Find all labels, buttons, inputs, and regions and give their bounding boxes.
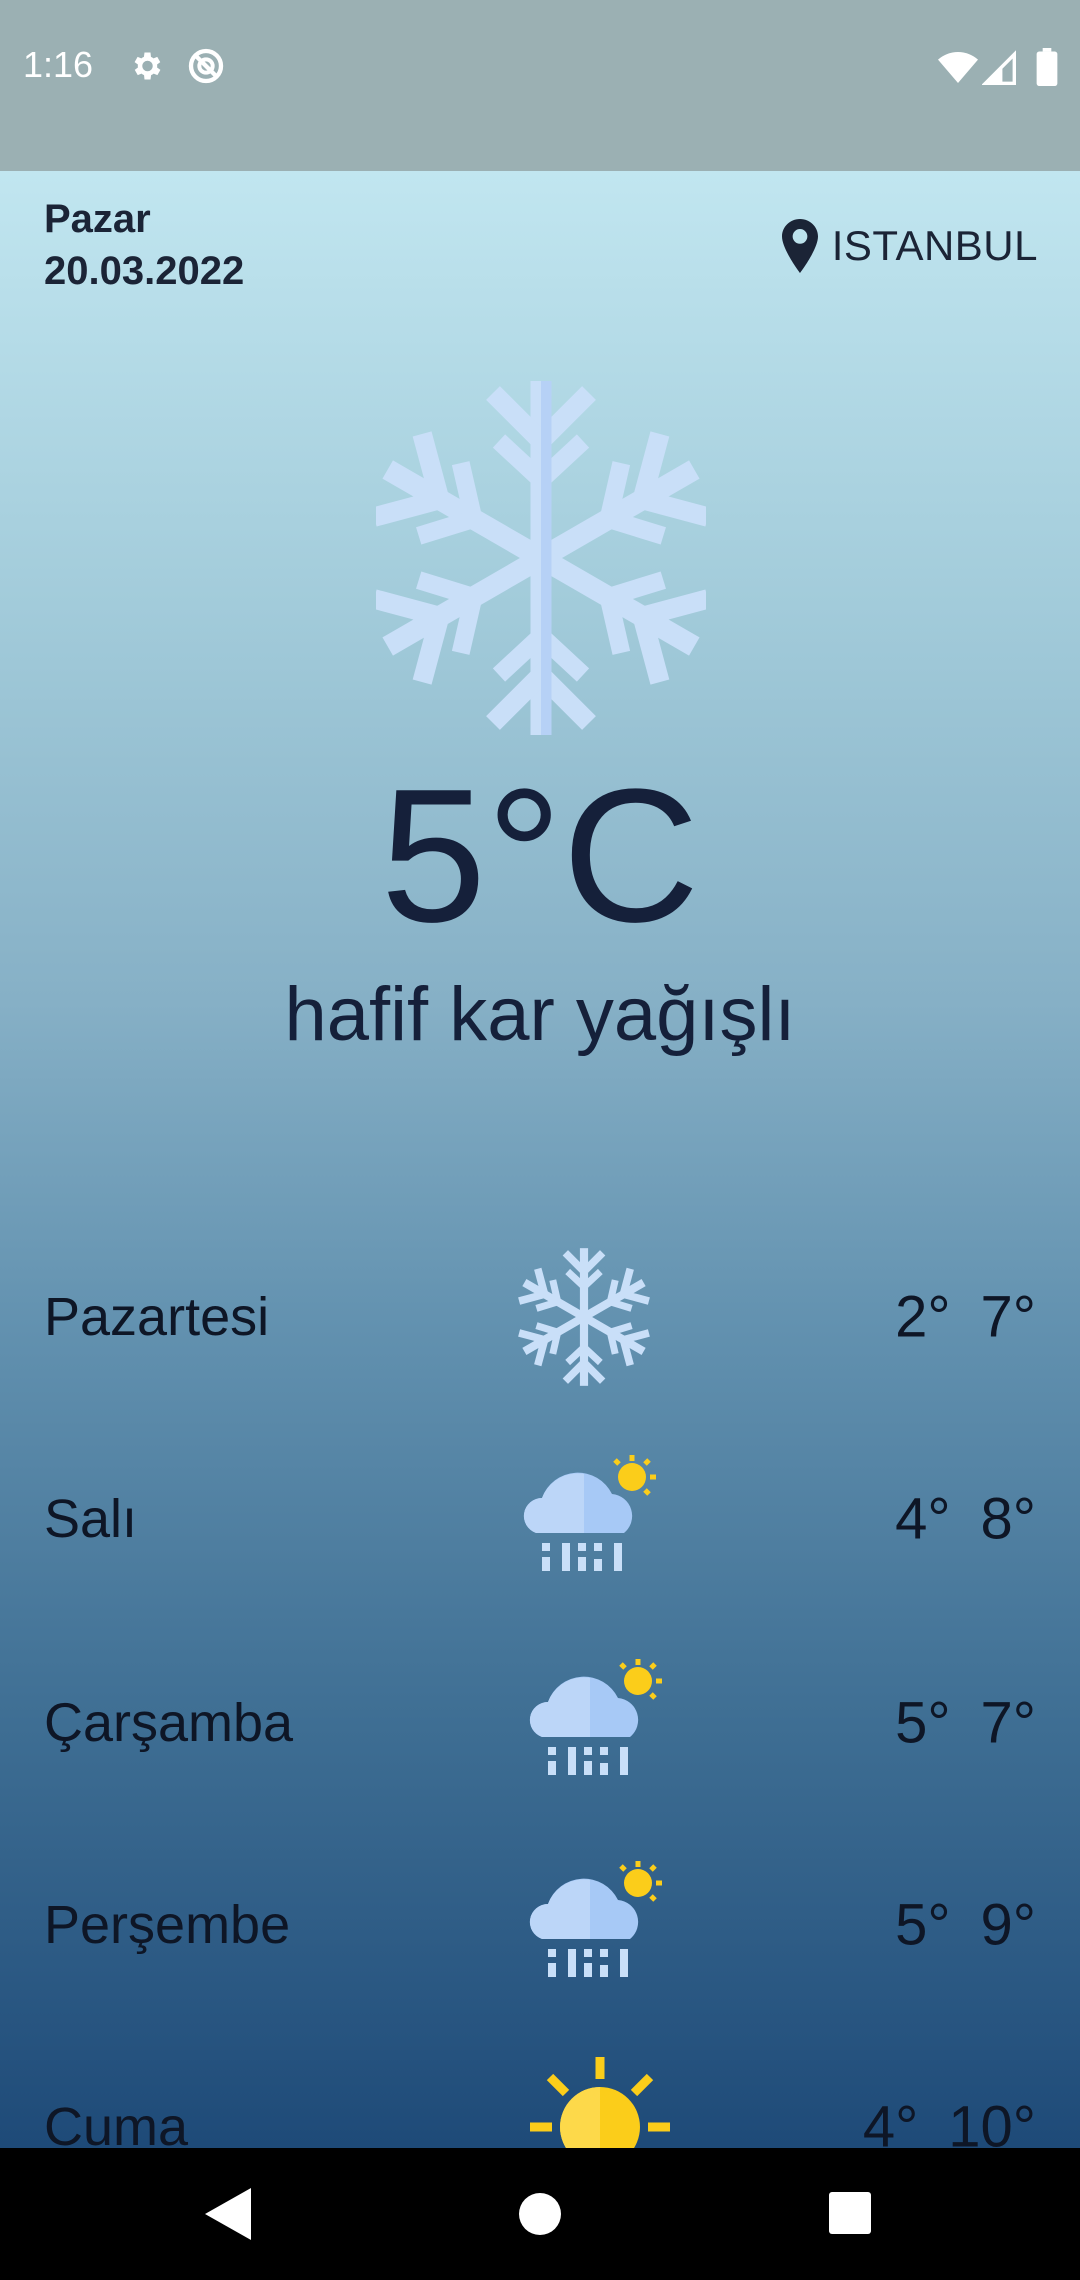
forecast-min: 2° bbox=[895, 1284, 951, 1350]
forecast-row[interactable]: Cuma 4° 10° bbox=[0, 2047, 1080, 2148]
weather-description: hafif kar yağışlı bbox=[284, 972, 796, 1057]
forecast-day: Çarşamba bbox=[44, 1693, 294, 1753]
current-day-name: Pazar bbox=[44, 197, 151, 241]
status-time: 1:16 bbox=[23, 44, 94, 85]
home-icon[interactable] bbox=[518, 2192, 562, 2236]
weather-screen: Pazar 20.03.2022 ISTANBUL 5°C hafif kar … bbox=[0, 171, 1080, 2148]
recents-icon[interactable] bbox=[829, 2192, 871, 2234]
status-bar: 1:16 bbox=[0, 0, 1080, 171]
forecast-day: Cuma bbox=[44, 2097, 189, 2148]
forecast-temps: 5° 9° bbox=[895, 1892, 1036, 1959]
forecast-temps: 5° 7° bbox=[895, 1690, 1036, 1757]
city-name: ISTANBUL bbox=[831, 222, 1038, 269]
location[interactable]: ISTANBUL bbox=[781, 219, 1038, 273]
forecast-temps: 4° 8° bbox=[895, 1486, 1036, 1553]
rain-cloud-sun-icon bbox=[529, 1861, 662, 1977]
signal-icon bbox=[982, 50, 1016, 85]
forecast-day: Perşembe bbox=[44, 1895, 291, 1955]
forecast-max: 7° bbox=[980, 1690, 1036, 1756]
battery-icon bbox=[1036, 48, 1058, 86]
forecast-day: Pazartesi bbox=[44, 1287, 270, 1347]
back-icon[interactable] bbox=[205, 2188, 251, 2240]
sun-icon bbox=[530, 2057, 670, 2148]
navigation-bar bbox=[0, 2148, 1080, 2280]
forecast-temps: 2° 7° bbox=[895, 1284, 1036, 1351]
forecast-min: 5° bbox=[895, 1690, 951, 1756]
rain-cloud-sun-icon bbox=[529, 1659, 662, 1775]
gear-icon bbox=[134, 52, 161, 80]
rain-cloud-sun-icon bbox=[523, 1455, 656, 1571]
forecast-min: 4° bbox=[862, 2094, 919, 2149]
forecast-row[interactable]: Çarşamba 5° 7° bbox=[0, 1643, 1080, 1803]
forecast-min: 4° bbox=[895, 1486, 951, 1552]
location-pin-icon bbox=[781, 219, 818, 273]
forecast-min: 5° bbox=[895, 1892, 951, 1958]
forecast-row[interactable]: Salı 4° 8° bbox=[0, 1439, 1080, 1599]
snowflake-icon bbox=[376, 377, 706, 739]
snowflake-icon bbox=[514, 1247, 654, 1387]
current-temperature: 5°C bbox=[380, 750, 700, 962]
forecast-max: 10° bbox=[948, 2094, 1036, 2149]
forecast-row[interactable]: Perşembe 5° 9° bbox=[0, 1845, 1080, 2005]
forecast-max: 8° bbox=[980, 1486, 1036, 1552]
current-date: 20.03.2022 bbox=[44, 249, 245, 293]
forecast-temps: 4° 10° bbox=[863, 2094, 1036, 2149]
forecast-row[interactable]: Pazartesi 2° 7° bbox=[0, 1237, 1080, 1397]
sync-icon bbox=[188, 48, 224, 84]
forecast-max: 9° bbox=[980, 1892, 1036, 1958]
wifi-icon bbox=[938, 52, 978, 83]
forecast-day: Salı bbox=[44, 1489, 138, 1549]
forecast-max: 7° bbox=[980, 1284, 1036, 1350]
